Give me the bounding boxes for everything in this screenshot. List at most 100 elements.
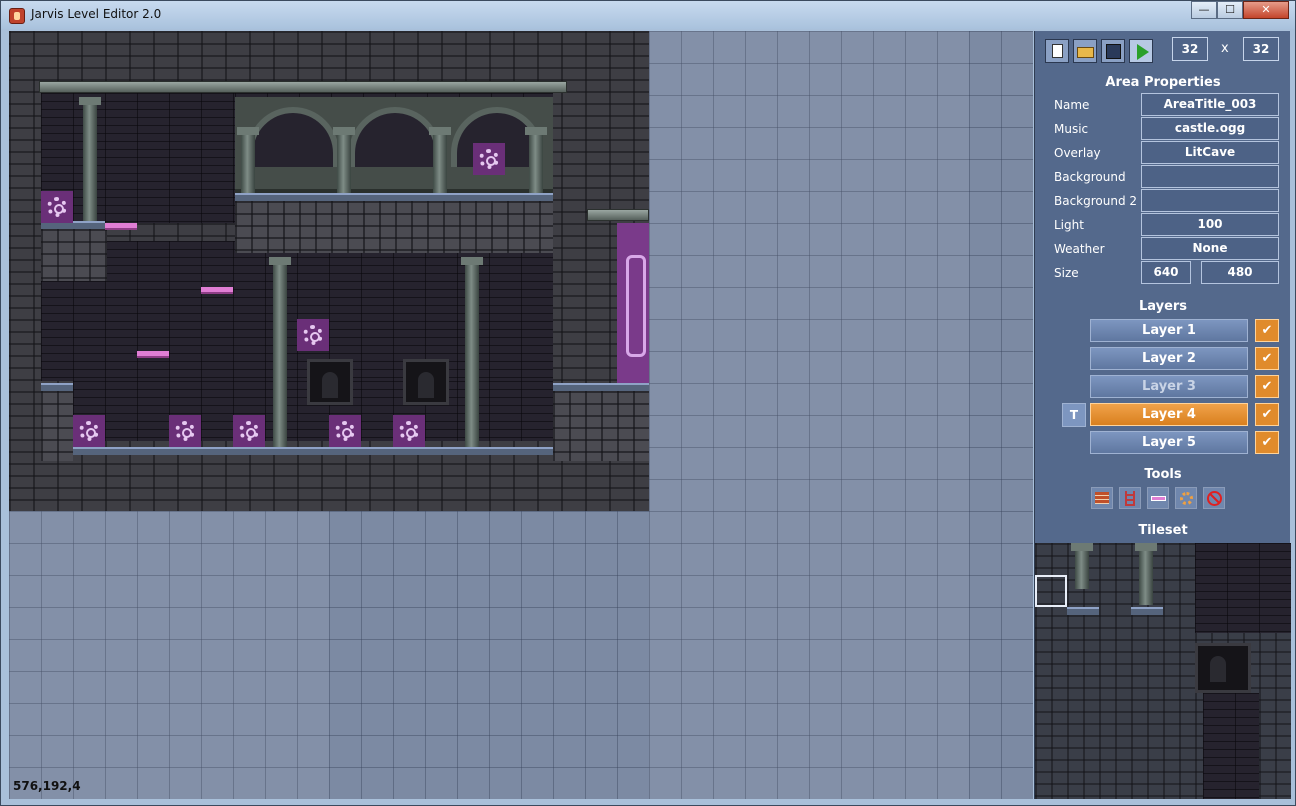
size-width-field[interactable]: 640 bbox=[1141, 261, 1191, 284]
layer-3-visible-checkbox[interactable]: ✔ bbox=[1255, 375, 1279, 398]
wall-alcove bbox=[307, 359, 353, 405]
title-bar[interactable]: Jarvis Level Editor 2.0 — ☐ ✕ bbox=[1, 1, 1295, 29]
maximize-button[interactable]: ☐ bbox=[1217, 1, 1243, 19]
gear-entity[interactable] bbox=[297, 319, 329, 351]
layer-5-button[interactable]: Layer 5 bbox=[1090, 431, 1248, 454]
moving-platform[interactable] bbox=[137, 351, 169, 358]
tileset-heading: Tileset bbox=[1138, 523, 1188, 538]
layer-5-visible-checkbox[interactable]: ✔ bbox=[1255, 431, 1279, 454]
pillar bbox=[429, 127, 451, 193]
stone-block bbox=[235, 201, 553, 253]
new-file-button[interactable] bbox=[1045, 39, 1069, 63]
music-label: Music bbox=[1054, 122, 1089, 136]
music-field[interactable]: castle.ogg bbox=[1141, 117, 1279, 140]
open-file-button[interactable] bbox=[1073, 39, 1097, 63]
gear-icon bbox=[175, 421, 195, 441]
light-field[interactable]: 100 bbox=[1141, 213, 1279, 236]
weather-field[interactable]: None bbox=[1141, 237, 1279, 260]
background-2-field[interactable] bbox=[1141, 189, 1279, 212]
tileset-tile bbox=[1203, 693, 1259, 799]
layer-1-button[interactable]: Layer 1 bbox=[1090, 319, 1248, 342]
gear-icon bbox=[399, 421, 419, 441]
tools-heading: Tools bbox=[1144, 467, 1182, 482]
window-title: Jarvis Level Editor 2.0 bbox=[31, 7, 162, 21]
ladder-tool-button[interactable] bbox=[1119, 487, 1141, 509]
exit-door[interactable] bbox=[617, 223, 649, 383]
moving-platform[interactable] bbox=[105, 223, 137, 230]
pillar bbox=[269, 257, 291, 447]
gear-entity[interactable] bbox=[73, 415, 105, 447]
layer-4-visible-checkbox[interactable]: ✔ bbox=[1255, 403, 1279, 426]
arcade-structure bbox=[235, 97, 553, 195]
level-canvas[interactable]: 576,192,4 bbox=[9, 31, 1033, 799]
gear-entity-icon bbox=[1180, 492, 1193, 505]
save-button[interactable] bbox=[1101, 39, 1125, 63]
ladder-icon bbox=[1125, 491, 1135, 506]
gear-entity[interactable] bbox=[473, 143, 505, 175]
pillar bbox=[237, 127, 259, 193]
layer-3-button[interactable]: Layer 3 bbox=[1090, 375, 1248, 398]
name-field[interactable]: AreaTitle_003 bbox=[1141, 93, 1279, 116]
overlay-field[interactable]: LitCave bbox=[1141, 141, 1279, 164]
background-field[interactable] bbox=[1141, 165, 1279, 188]
platform-tool-button[interactable] bbox=[1147, 487, 1169, 509]
level-area[interactable] bbox=[9, 31, 649, 511]
ledge bbox=[235, 193, 553, 201]
gear-entity[interactable] bbox=[393, 415, 425, 447]
size-label: Size bbox=[1054, 266, 1079, 280]
tileset-selection bbox=[1035, 575, 1067, 607]
gear-entity[interactable] bbox=[329, 415, 361, 447]
side-beam bbox=[587, 209, 649, 221]
gear-icon bbox=[335, 421, 355, 441]
top-beam bbox=[39, 81, 567, 93]
stone-block bbox=[553, 391, 649, 461]
gear-icon bbox=[47, 197, 67, 217]
gear-icon bbox=[303, 325, 323, 345]
arch bbox=[247, 107, 339, 167]
entity-tool-button[interactable] bbox=[1175, 487, 1197, 509]
layer-2-button[interactable]: Layer 2 bbox=[1090, 347, 1248, 370]
brick-tile-icon bbox=[1095, 492, 1109, 504]
tile-width-field[interactable]: 32 bbox=[1172, 37, 1208, 61]
tile-mode-toggle[interactable]: T bbox=[1062, 403, 1086, 427]
new-file-icon bbox=[1052, 44, 1063, 58]
erase-tool-button[interactable] bbox=[1203, 487, 1225, 509]
ledge bbox=[73, 447, 553, 455]
layer-2-visible-checkbox[interactable]: ✔ bbox=[1255, 347, 1279, 370]
gear-entity[interactable] bbox=[233, 415, 265, 447]
tileset-palette[interactable] bbox=[1035, 543, 1291, 799]
size-height-field[interactable]: 480 bbox=[1201, 261, 1279, 284]
tileset-tile bbox=[1071, 543, 1093, 589]
open-folder-icon bbox=[1077, 47, 1094, 58]
wall-alcove bbox=[403, 359, 449, 405]
ledge bbox=[41, 383, 73, 391]
gear-entity[interactable] bbox=[169, 415, 201, 447]
tile-size-separator: x bbox=[1221, 41, 1229, 56]
pillar bbox=[333, 127, 355, 193]
brick-tool-button[interactable] bbox=[1091, 487, 1113, 509]
layer-4-button[interactable]: Layer 4 bbox=[1090, 403, 1248, 426]
layers-heading: Layers bbox=[1138, 299, 1188, 314]
close-button[interactable]: ✕ bbox=[1243, 1, 1289, 19]
tile-height-field[interactable]: 32 bbox=[1243, 37, 1279, 61]
gear-icon bbox=[79, 421, 99, 441]
erase-icon bbox=[1207, 491, 1222, 506]
background-label: Background bbox=[1054, 170, 1126, 184]
moving-platform[interactable] bbox=[201, 287, 233, 294]
gear-icon bbox=[239, 421, 259, 441]
app-window: Jarvis Level Editor 2.0 — ☐ ✕ 576,192,4 … bbox=[0, 0, 1296, 806]
gear-entity[interactable] bbox=[41, 191, 73, 223]
minimize-button[interactable]: — bbox=[1191, 1, 1217, 19]
tileset-tile bbox=[1195, 543, 1291, 633]
canvas-shade-band bbox=[9, 511, 329, 799]
tileset-tile bbox=[1195, 643, 1251, 693]
pillar bbox=[461, 257, 483, 447]
pillar bbox=[525, 127, 547, 193]
arch bbox=[349, 107, 441, 167]
weather-label: Weather bbox=[1054, 242, 1105, 256]
background-2-label: Background 2 bbox=[1054, 194, 1138, 208]
play-button[interactable] bbox=[1129, 39, 1153, 63]
layer-1-visible-checkbox[interactable]: ✔ bbox=[1255, 319, 1279, 342]
canvas-shade-band bbox=[649, 31, 969, 799]
properties-panel: 32 x 32 Area Properties Name AreaTitle_0… bbox=[1034, 31, 1291, 799]
